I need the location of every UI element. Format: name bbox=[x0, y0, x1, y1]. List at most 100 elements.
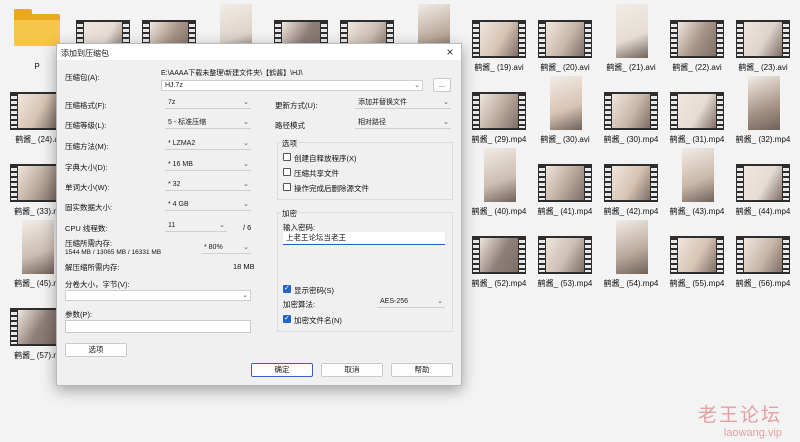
ok-button[interactable]: 确定 bbox=[251, 363, 313, 377]
delete-checkbox[interactable] bbox=[283, 183, 291, 191]
help-button[interactable]: 帮助 bbox=[391, 363, 453, 377]
mem-percent-value: * 80% bbox=[204, 244, 223, 251]
add-to-archive-dialog: 添加到压缩包 × 压缩包(A): E:\AAAA下载未整理\新建文件夹\【鹤酱】… bbox=[56, 43, 462, 386]
word-label: 单词大小(W): bbox=[65, 183, 110, 192]
format-select[interactable]: 7z ⌄ bbox=[165, 98, 251, 109]
archive-label: 压缩包(A): bbox=[65, 73, 100, 82]
watermark-title: 老王论坛 bbox=[697, 405, 782, 426]
video-thumbnail bbox=[472, 92, 526, 130]
video-thumbnail bbox=[22, 220, 54, 274]
file-item[interactable]: 鹤酱_ (20).avi bbox=[534, 2, 596, 72]
word-select[interactable]: * 32 ⌄ bbox=[165, 180, 251, 191]
level-value: 5 - 标准压缩 bbox=[168, 119, 207, 126]
params-input[interactable] bbox=[65, 320, 251, 333]
sfx-checkbox[interactable] bbox=[283, 153, 291, 161]
file-item[interactable]: 鹤酱_ (54).mp4 bbox=[600, 218, 662, 288]
cancel-button[interactable]: 取消 bbox=[321, 363, 383, 377]
file-item[interactable]: 鹤酱_ (30).avi bbox=[534, 74, 596, 144]
file-item[interactable]: 鹤酱_ (21).avi bbox=[600, 2, 662, 72]
file-name: 鹤酱_ (56).mp4 bbox=[735, 279, 791, 288]
chevron-down-icon: ⌄ bbox=[414, 82, 420, 89]
video-thumbnail bbox=[736, 164, 790, 202]
browse-button[interactable]: ... bbox=[433, 78, 451, 92]
update-label: 更新方式(U): bbox=[275, 101, 318, 110]
sfx-label: 创建自释放程序(X) bbox=[294, 154, 357, 163]
file-item[interactable]: 鹤酱_ (41).mp4 bbox=[534, 146, 596, 216]
video-thumbnail bbox=[736, 236, 790, 274]
format-value: 7z bbox=[168, 99, 176, 106]
file-item[interactable]: 鹤酱_ (52).mp4 bbox=[468, 218, 530, 288]
path-label: 路径模式 bbox=[275, 121, 305, 130]
video-thumbnail bbox=[604, 164, 658, 202]
file-name: 鹤酱_ (31).mp4 bbox=[669, 135, 725, 144]
word-value: * 32 bbox=[168, 181, 181, 188]
chevron-down-icon: ⌄ bbox=[243, 99, 249, 106]
file-item[interactable]: 鹤酱_ (30).mp4 bbox=[600, 74, 662, 144]
split-select[interactable]: ⌄ bbox=[65, 290, 251, 301]
level-select[interactable]: 5 - 标准压缩 ⌄ bbox=[165, 118, 251, 129]
chevron-down-icon: ⌄ bbox=[243, 140, 249, 147]
video-thumbnail bbox=[538, 20, 592, 58]
enc-method-value: AES-256 bbox=[380, 298, 409, 305]
params-label: 参数(P): bbox=[65, 310, 93, 319]
dialog-title: 添加到压缩包 bbox=[61, 49, 109, 58]
enc-method-select[interactable]: AES-256 ⌄ bbox=[377, 297, 445, 308]
file-item[interactable]: 鹤酱_ (23).avi bbox=[732, 2, 794, 72]
dialog-titlebar: 添加到压缩包 × bbox=[57, 44, 461, 60]
threads-select[interactable]: 11 ⌄ bbox=[165, 221, 227, 232]
file-item[interactable]: 鹤酱_ (56).mp4 bbox=[732, 218, 794, 288]
file-item[interactable]: 鹤酱_ (55).mp4 bbox=[666, 218, 728, 288]
shared-label: 压缩共享文件 bbox=[294, 169, 339, 178]
file-item[interactable]: 鹤酱_ (40).mp4 bbox=[468, 146, 530, 216]
video-thumbnail bbox=[748, 76, 780, 130]
file-item[interactable]: 鹤酱_ (31).mp4 bbox=[666, 74, 728, 144]
mem-decompress-value: 18 MB bbox=[233, 262, 255, 271]
path-select[interactable]: 相对路径 ⌄ bbox=[355, 118, 451, 129]
shared-checkbox[interactable] bbox=[283, 168, 291, 176]
chevron-down-icon: ⌄ bbox=[243, 201, 249, 208]
folder-icon bbox=[14, 8, 60, 46]
mem-decompress-label: 解压缩所需内存: bbox=[65, 263, 120, 272]
solid-select[interactable]: * 4 GB ⌄ bbox=[165, 200, 251, 211]
file-item[interactable]: 鹤酱_ (29).mp4 bbox=[468, 74, 530, 144]
file-item[interactable]: 鹤酱_ (43).mp4 bbox=[666, 146, 728, 216]
method-select[interactable]: * LZMA2 ⌄ bbox=[165, 139, 251, 150]
archive-name-combo[interactable]: HJ.7z ⌄ bbox=[161, 80, 423, 91]
chevron-down-icon: ⌄ bbox=[243, 244, 249, 251]
chevron-down-icon: ⌄ bbox=[443, 99, 449, 106]
video-thumbnail bbox=[670, 236, 724, 274]
mem-percent-select[interactable]: * 80% ⌄ bbox=[201, 243, 251, 254]
file-name: 鹤酱_ (30).mp4 bbox=[603, 135, 659, 144]
close-icon[interactable]: × bbox=[443, 45, 457, 59]
file-item[interactable]: 鹤酱_ (32).mp4 bbox=[732, 74, 794, 144]
file-item[interactable]: 鹤酱_ (42).mp4 bbox=[600, 146, 662, 216]
file-name: 鹤酱_ (22).avi bbox=[672, 63, 722, 72]
file-name: 鹤酱_ (55).mp4 bbox=[669, 279, 725, 288]
file-name: 鹤酱_ (20).avi bbox=[540, 63, 590, 72]
path-value: 相对路径 bbox=[358, 119, 386, 126]
threads-value: 11 bbox=[168, 222, 176, 229]
chevron-down-icon: ⌄ bbox=[437, 298, 443, 305]
watermark-url: laowang.vip bbox=[723, 427, 782, 439]
video-thumbnail bbox=[472, 20, 526, 58]
encrypt-group-title: 加密 bbox=[281, 208, 298, 219]
solid-value: * 4 GB bbox=[168, 201, 189, 208]
file-name: 鹤酱_ (23).avi bbox=[738, 63, 788, 72]
file-item[interactable]: 鹤酱_ (44).mp4 bbox=[732, 146, 794, 216]
dict-select[interactable]: * 16 MB ⌄ bbox=[165, 160, 251, 171]
encrypt-names-checkbox[interactable] bbox=[283, 314, 291, 323]
file-name: 鹤酱_ (32).mp4 bbox=[735, 135, 791, 144]
options-button[interactable]: 选项 bbox=[65, 343, 127, 357]
update-select[interactable]: 添加并替换文件 ⌄ bbox=[355, 98, 451, 109]
file-item[interactable]: 鹤酱_ (19).avi bbox=[468, 2, 530, 72]
file-item[interactable]: 鹤酱_ (22).avi bbox=[666, 2, 728, 72]
video-thumbnail bbox=[538, 164, 592, 202]
password-input[interactable]: 上老王论坛当老王 bbox=[283, 232, 445, 245]
split-label: 分卷大小，字节(V): bbox=[65, 280, 130, 289]
archive-path: E:\AAAA下载未整理\新建文件夹\【鹤酱】\HJ\ bbox=[161, 70, 303, 77]
file-name: 鹤酱_ (54).mp4 bbox=[603, 279, 659, 288]
file-item[interactable]: 鹤酱_ (53).mp4 bbox=[534, 218, 596, 288]
video-thumbnail bbox=[550, 76, 582, 130]
show-password-checkbox[interactable] bbox=[283, 284, 291, 293]
file-name: 鹤酱_ (43).mp4 bbox=[669, 207, 725, 216]
